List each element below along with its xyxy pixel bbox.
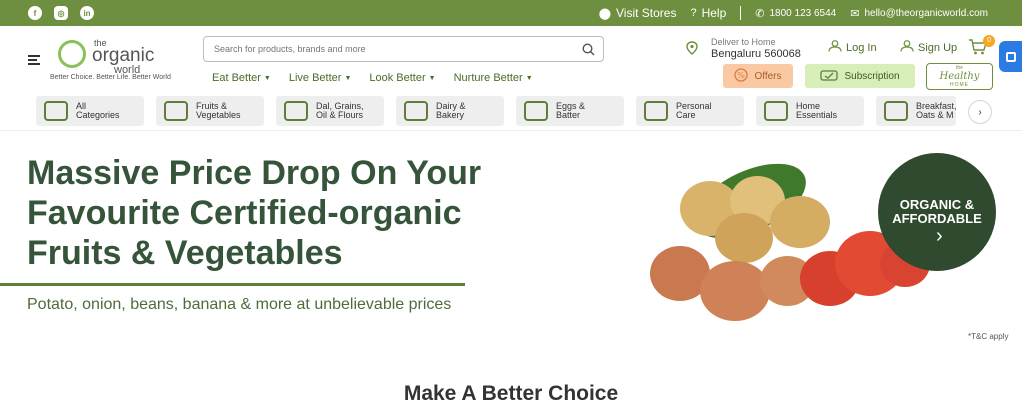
phone-link[interactable]: ✆ 1800 123 6544 <box>755 7 836 20</box>
menu-icon[interactable] <box>28 55 40 67</box>
linkedin-icon[interactable]: in <box>80 6 94 20</box>
help-link[interactable]: ? Help <box>690 6 726 20</box>
offer-tag-icon: % <box>734 67 749 85</box>
facebook-icon[interactable]: f <box>28 6 42 20</box>
subscription-button[interactable]: Subscription <box>805 64 915 88</box>
location-pin-icon: ⬤ <box>598 7 611 20</box>
signup-button[interactable]: Sign Up <box>900 40 957 55</box>
category-fruits-vegetables[interactable]: Fruits & Vegetables <box>156 96 264 126</box>
category-dal-grains[interactable]: Dal, Grains, Oil & Flours <box>276 96 384 126</box>
offers-button[interactable]: % Offers <box>723 64 793 88</box>
banner-subline: Potato, onion, beans, banana & more at u… <box>27 296 452 313</box>
logo-leaf-icon <box>58 40 86 68</box>
email-link[interactable]: ✉ hello@theorganicworld.com <box>850 7 988 20</box>
category-next-arrow-icon[interactable]: › <box>968 100 992 124</box>
caret-down-icon: ▼ <box>428 74 436 82</box>
dairy-icon <box>404 101 428 121</box>
caret-down-icon: ▼ <box>344 74 352 82</box>
search-input[interactable] <box>204 37 573 61</box>
category-all[interactable]: All Categories <box>36 96 144 126</box>
section-title: Make A Better Choice <box>403 382 619 405</box>
egg-icon <box>524 101 548 121</box>
category-eggs-batter[interactable]: Eggs & Batter <box>516 96 624 126</box>
healthy-home-button[interactable]: the Healthy HOME <box>926 63 993 90</box>
nav-eat-better[interactable]: Eat Better ▼ <box>212 72 271 84</box>
category-breakfast[interactable]: Breakfast, Oats & M <box>876 96 956 126</box>
logo[interactable]: the organic world Better Choice. Better … <box>50 36 200 86</box>
terms-note: *T&C apply <box>968 332 1009 341</box>
divider <box>740 6 742 20</box>
user-icon <box>828 40 842 55</box>
top-links: ⬤ Visit Stores ? Help ✆ 1800 123 6544 ✉ … <box>585 0 988 26</box>
nav-nurture-better[interactable]: Nurture Better ▼ <box>454 72 533 84</box>
organic-affordable-badge: ORGANIC & AFFORDABLE <box>878 153 996 271</box>
social-links: f ◎ in <box>28 6 94 20</box>
grains-icon <box>284 101 308 121</box>
cart-count-badge: 0 <box>983 35 995 47</box>
mail-icon: ✉ <box>850 7 860 20</box>
location-pin-icon <box>686 41 698 60</box>
help-icon: ? <box>690 7 697 19</box>
cart-button[interactable]: 0 <box>968 35 995 58</box>
caret-down-icon: ▼ <box>263 74 271 82</box>
search-bar <box>203 36 604 62</box>
nav-live-better[interactable]: Live Better ▼ <box>289 72 352 84</box>
banner-divider <box>0 283 465 286</box>
widget-icon <box>1005 51 1016 62</box>
main-nav: Eat Better ▼ Live Better ▼ Look Better ▼ Nu… <box>212 72 533 84</box>
category-bar: All Categories Fruits & Vegetables Dal, … <box>36 96 956 126</box>
home-essentials-icon <box>764 101 788 121</box>
login-button[interactable]: Log In <box>828 40 877 55</box>
hero-banner[interactable]: Massive Price Drop On Your Favourite Cer… <box>0 130 1022 348</box>
search-icon[interactable] <box>573 42 603 56</box>
subscription-icon <box>820 68 839 85</box>
user-add-icon <box>900 40 914 55</box>
top-bar: f ◎ in ⬤ Visit Stores ? Help ✆ 1800 123 … <box>0 0 1022 26</box>
nav-look-better[interactable]: Look Better ▼ <box>369 72 435 84</box>
category-home-essentials[interactable]: Home Essentials <box>756 96 864 126</box>
category-dairy-bakery[interactable]: Dairy & Bakery <box>396 96 504 126</box>
category-personal-care[interactable]: Personal Care <box>636 96 744 126</box>
grid-icon <box>44 101 68 121</box>
phone-icon: ✆ <box>755 7 765 20</box>
instagram-icon[interactable]: ◎ <box>54 6 68 20</box>
fruit-icon <box>164 101 188 121</box>
logo-tagline: Better Choice. Better Life. Better World <box>50 74 171 81</box>
svg-text:%: % <box>738 71 746 80</box>
side-widget-button[interactable] <box>999 41 1022 72</box>
caret-down-icon: ▼ <box>525 74 533 82</box>
banner-next-arrow-icon[interactable]: › <box>936 225 943 248</box>
visit-stores-link[interactable]: ⬤ Visit Stores <box>599 6 677 20</box>
banner-headline: Massive Price Drop On Your Favourite Cer… <box>27 154 482 272</box>
personal-care-icon <box>644 101 668 121</box>
bowl-icon <box>884 101 908 121</box>
